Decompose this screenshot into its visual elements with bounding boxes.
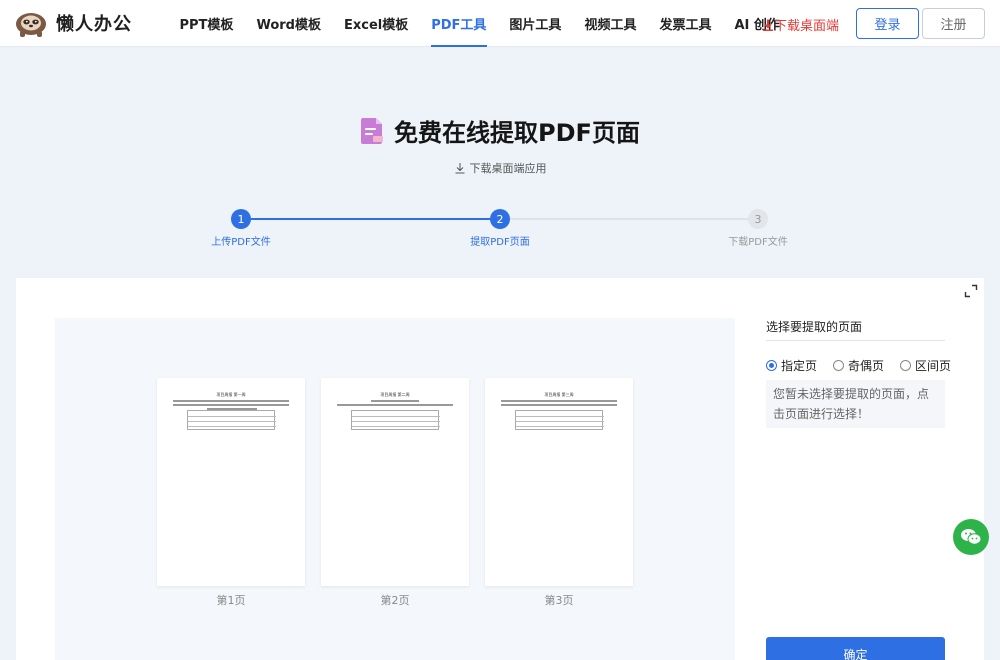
nav-item-pdf-tools[interactable]: PDF工具	[420, 0, 498, 47]
download-app-link[interactable]: 下载桌面端应用	[0, 160, 1000, 176]
main-nav: PPT模板 Word模板 Excel模板 PDF工具 图片工具 视频工具 发票工…	[168, 0, 791, 47]
download-app-label: 下载桌面端应用	[469, 162, 547, 175]
page-3-label: 第3页	[544, 594, 574, 607]
selection-hint: 您暂未选择要提取的页面，点击页面进行选择！	[766, 380, 945, 428]
mode-option-range[interactable]: 区间页	[900, 357, 951, 374]
page-title-text: 免费在线提取PDF页面	[394, 119, 640, 147]
sloth-logo-icon	[16, 13, 46, 37]
step-connector-2	[510, 218, 748, 220]
page-1-label: 第1页	[216, 594, 246, 607]
step-1-indicator: 1	[231, 209, 251, 229]
select-pages-title: 选择要提取的页面	[766, 320, 863, 334]
download-desktop-label: 下载桌面端	[774, 19, 840, 34]
expand-icon[interactable]	[964, 284, 978, 298]
mode-option-specific[interactable]: 指定页	[766, 357, 817, 374]
register-button[interactable]: 注册	[922, 8, 985, 39]
page-2-text-line	[337, 404, 453, 406]
page-1-doc-title: 项目周报 第一周	[216, 392, 246, 397]
page-thumbnail-3[interactable]: 项目周报 第三周	[485, 378, 633, 586]
login-button[interactable]: 登录	[856, 8, 919, 39]
page-1-text-line	[173, 400, 289, 402]
step-connector-1	[251, 218, 491, 220]
page-3-doc-title: 项目周报 第三周	[544, 392, 574, 397]
confirm-button[interactable]: 确定	[766, 637, 945, 660]
mode-label-odd-even: 奇偶页	[848, 359, 885, 373]
mode-label-range: 区间页	[915, 359, 952, 373]
step-3-indicator: 3	[748, 209, 768, 229]
brand-name: 懒人办公	[56, 14, 132, 35]
step-2-indicator: 2	[490, 209, 510, 229]
download-icon	[763, 19, 773, 31]
radio-range[interactable]	[900, 360, 912, 371]
nav-item-ppt[interactable]: PPT模板	[168, 0, 245, 47]
nav-item-invoice-tools[interactable]: 发票工具	[648, 0, 723, 47]
page-3-table	[515, 410, 604, 430]
page-2-table	[351, 410, 440, 430]
nav-item-video-tools[interactable]: 视频工具	[573, 0, 648, 47]
nav-item-excel[interactable]: Excel模板	[332, 0, 419, 47]
wechat-float-button[interactable]	[953, 519, 989, 555]
mode-option-odd-even[interactable]: 奇偶页	[833, 357, 884, 374]
page-thumbnail-1[interactable]: 项目周报 第一周	[157, 378, 305, 586]
download-desktop-link[interactable]: 下载桌面端	[762, 15, 839, 34]
step-3-label: 下载PDF文件	[728, 237, 788, 248]
nav-item-word[interactable]: Word模板	[245, 0, 333, 47]
page-1-text-line	[173, 404, 289, 406]
radio-specific[interactable]	[766, 360, 777, 371]
step-1-label: 上传PDF文件	[211, 237, 271, 248]
brand-logo[interactable]: 懒人办公	[14, 9, 132, 37]
side-divider	[766, 340, 945, 341]
page-thumbnail-2[interactable]: 项目周报 第二周	[321, 378, 469, 586]
page-2-text-line	[371, 400, 419, 402]
page-2-label: 第2页	[380, 594, 410, 607]
mode-label-specific: 指定页	[781, 359, 818, 373]
wechat-icon	[961, 529, 982, 545]
page-3-text-line	[501, 400, 617, 402]
top-header: 懒人办公 PPT模板 Word模板 Excel模板 PDF工具 图片工具 视频工…	[0, 0, 1000, 47]
page-title: 免费在线提取PDF页面	[0, 113, 1000, 148]
download-icon	[455, 163, 464, 174]
extract-mode-options: 指定页 奇偶页 区间页	[766, 357, 967, 374]
radio-odd-even[interactable]	[833, 360, 845, 371]
pdf-file-icon	[361, 117, 384, 144]
page-3-text-line	[501, 404, 617, 406]
page-1-table	[187, 410, 276, 430]
page-2-doc-title: 项目周报 第二周	[380, 392, 410, 397]
nav-item-image-tools[interactable]: 图片工具	[498, 0, 573, 47]
step-2-label: 提取PDF页面	[470, 237, 530, 248]
